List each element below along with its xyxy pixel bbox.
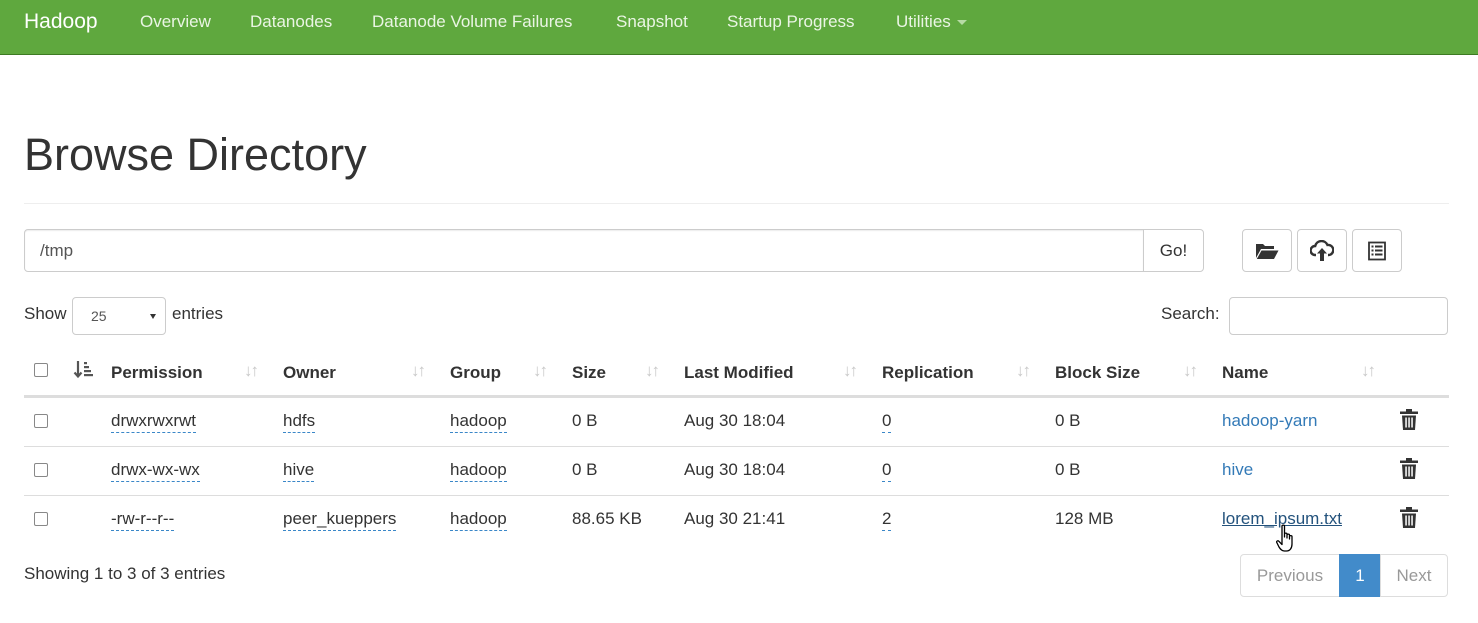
nav-datanodes[interactable]: Datanodes (250, 0, 332, 44)
page-1-button[interactable]: 1 (1339, 554, 1381, 597)
nav-overview[interactable]: Overview (140, 0, 211, 44)
sort-asc-icon[interactable] (73, 360, 93, 385)
previous-page-button[interactable]: Previous (1240, 554, 1340, 597)
owner-cell[interactable]: peer_kueppers (283, 509, 397, 531)
sort-both-icon[interactable]: ↓↑ (533, 361, 548, 381)
sort-both-icon[interactable]: ↓↑ (843, 361, 858, 381)
sort-both-icon[interactable]: ↓↑ (645, 361, 660, 381)
group-cell[interactable]: hadoop (450, 460, 507, 482)
nav-snapshot[interactable]: Snapshot (616, 0, 688, 44)
column-header-owner[interactable]: Owner (283, 363, 336, 383)
size-cell: 0 B (572, 460, 598, 479)
sort-both-icon[interactable]: ↓↑ (1361, 361, 1376, 381)
page-length-value: 25 (91, 308, 107, 324)
hand-cursor-icon (1276, 524, 1293, 552)
sort-both-icon[interactable]: ↓↑ (244, 361, 259, 381)
entries-label: entries (172, 304, 224, 323)
list-icon (1368, 241, 1386, 260)
go-button[interactable]: Go! (1143, 229, 1204, 272)
group-cell[interactable]: hadoop (450, 411, 507, 433)
modified-cell: Aug 30 18:04 (684, 460, 786, 479)
page-length-select[interactable]: 25 (72, 297, 166, 335)
sort-both-icon[interactable]: ↓↑ (411, 361, 426, 381)
directory-path-input[interactable] (24, 229, 1144, 272)
block-size-cell: 0 B (1055, 411, 1081, 430)
row-checkbox[interactable] (34, 463, 48, 477)
table-row: drwx-wx-wx hive hadoop 0 B Aug 30 18:04 … (24, 446, 1449, 495)
block-size-cell: 0 B (1055, 460, 1081, 479)
column-header-permission[interactable]: Permission (111, 363, 203, 383)
next-page-button[interactable]: Next (1380, 554, 1448, 597)
nav-utilities-dropdown[interactable]: Utilities (896, 0, 967, 44)
search-label: Search: (1161, 304, 1220, 323)
size-cell: 88.65 KB (572, 509, 642, 528)
block-size-cell: 128 MB (1055, 509, 1114, 528)
select-all-checkbox[interactable] (34, 363, 48, 377)
owner-cell[interactable]: hdfs (283, 411, 316, 433)
sort-both-icon[interactable]: ↓↑ (1183, 361, 1198, 381)
table-info: Showing 1 to 3 of 3 entries (24, 564, 226, 583)
delete-trash-icon[interactable] (1400, 458, 1418, 484)
owner-cell[interactable]: hive (283, 460, 315, 482)
table-row: -rw-r--r-- peer_kueppers hadoop 88.65 KB… (24, 495, 1449, 544)
replication-cell[interactable]: 2 (882, 509, 892, 531)
replication-cell[interactable]: 0 (882, 411, 892, 433)
cloud-upload-icon (1310, 239, 1334, 261)
delete-trash-icon[interactable] (1400, 507, 1418, 533)
nav-datanode-volume-failures[interactable]: Datanode Volume Failures (372, 0, 572, 44)
brand-logo[interactable]: Hadoop (24, 0, 98, 44)
folder-open-icon (1256, 243, 1279, 259)
permission-cell[interactable]: drwx-wx-wx (111, 460, 200, 482)
column-header-block-size[interactable]: Block Size (1055, 363, 1140, 383)
row-checkbox[interactable] (34, 414, 48, 428)
caret-down-icon (956, 20, 967, 26)
modified-cell: Aug 30 21:41 (684, 509, 786, 528)
column-header-size[interactable]: Size (572, 363, 606, 383)
upload-file-button[interactable] (1297, 229, 1347, 272)
pagination: Previous 1 Next (1240, 554, 1448, 597)
dropdown-arrow-icon (150, 314, 156, 319)
page-title: Browse Directory (24, 129, 367, 180)
size-cell: 0 B (572, 411, 598, 430)
nav-utilities-label: Utilities (896, 12, 951, 31)
name-link[interactable]: hive (1222, 460, 1253, 480)
permission-cell[interactable]: drwxrwxrwt (111, 411, 196, 433)
cut-paste-button[interactable] (1352, 229, 1402, 272)
show-label: Show (24, 304, 67, 323)
row-checkbox[interactable] (34, 512, 48, 526)
column-header-replication[interactable]: Replication (882, 363, 974, 383)
permission-cell[interactable]: -rw-r--r-- (111, 509, 175, 531)
column-header-name[interactable]: Name (1222, 363, 1268, 383)
title-divider (24, 203, 1449, 204)
replication-cell[interactable]: 0 (882, 460, 892, 482)
nav-startup-progress[interactable]: Startup Progress (727, 0, 855, 44)
column-header-group[interactable]: Group (450, 363, 501, 383)
table-row: drwxrwxrwt hdfs hadoop 0 B Aug 30 18:04 … (24, 397, 1449, 446)
create-directory-button[interactable] (1242, 229, 1292, 272)
column-header-last-modified[interactable]: Last Modified (684, 363, 794, 383)
group-cell[interactable]: hadoop (450, 509, 507, 531)
sort-both-icon[interactable]: ↓↑ (1016, 361, 1031, 381)
modified-cell: Aug 30 18:04 (684, 411, 786, 430)
delete-trash-icon[interactable] (1400, 409, 1418, 435)
table-header-row: Permission ↓↑ Owner ↓↑ Group ↓↑ Size ↓↑ … (24, 348, 1449, 397)
search-input[interactable] (1229, 297, 1448, 335)
top-navbar: Hadoop Overview Datanodes Datanode Volum… (0, 0, 1478, 55)
name-link[interactable]: hadoop-yarn (1222, 411, 1317, 431)
